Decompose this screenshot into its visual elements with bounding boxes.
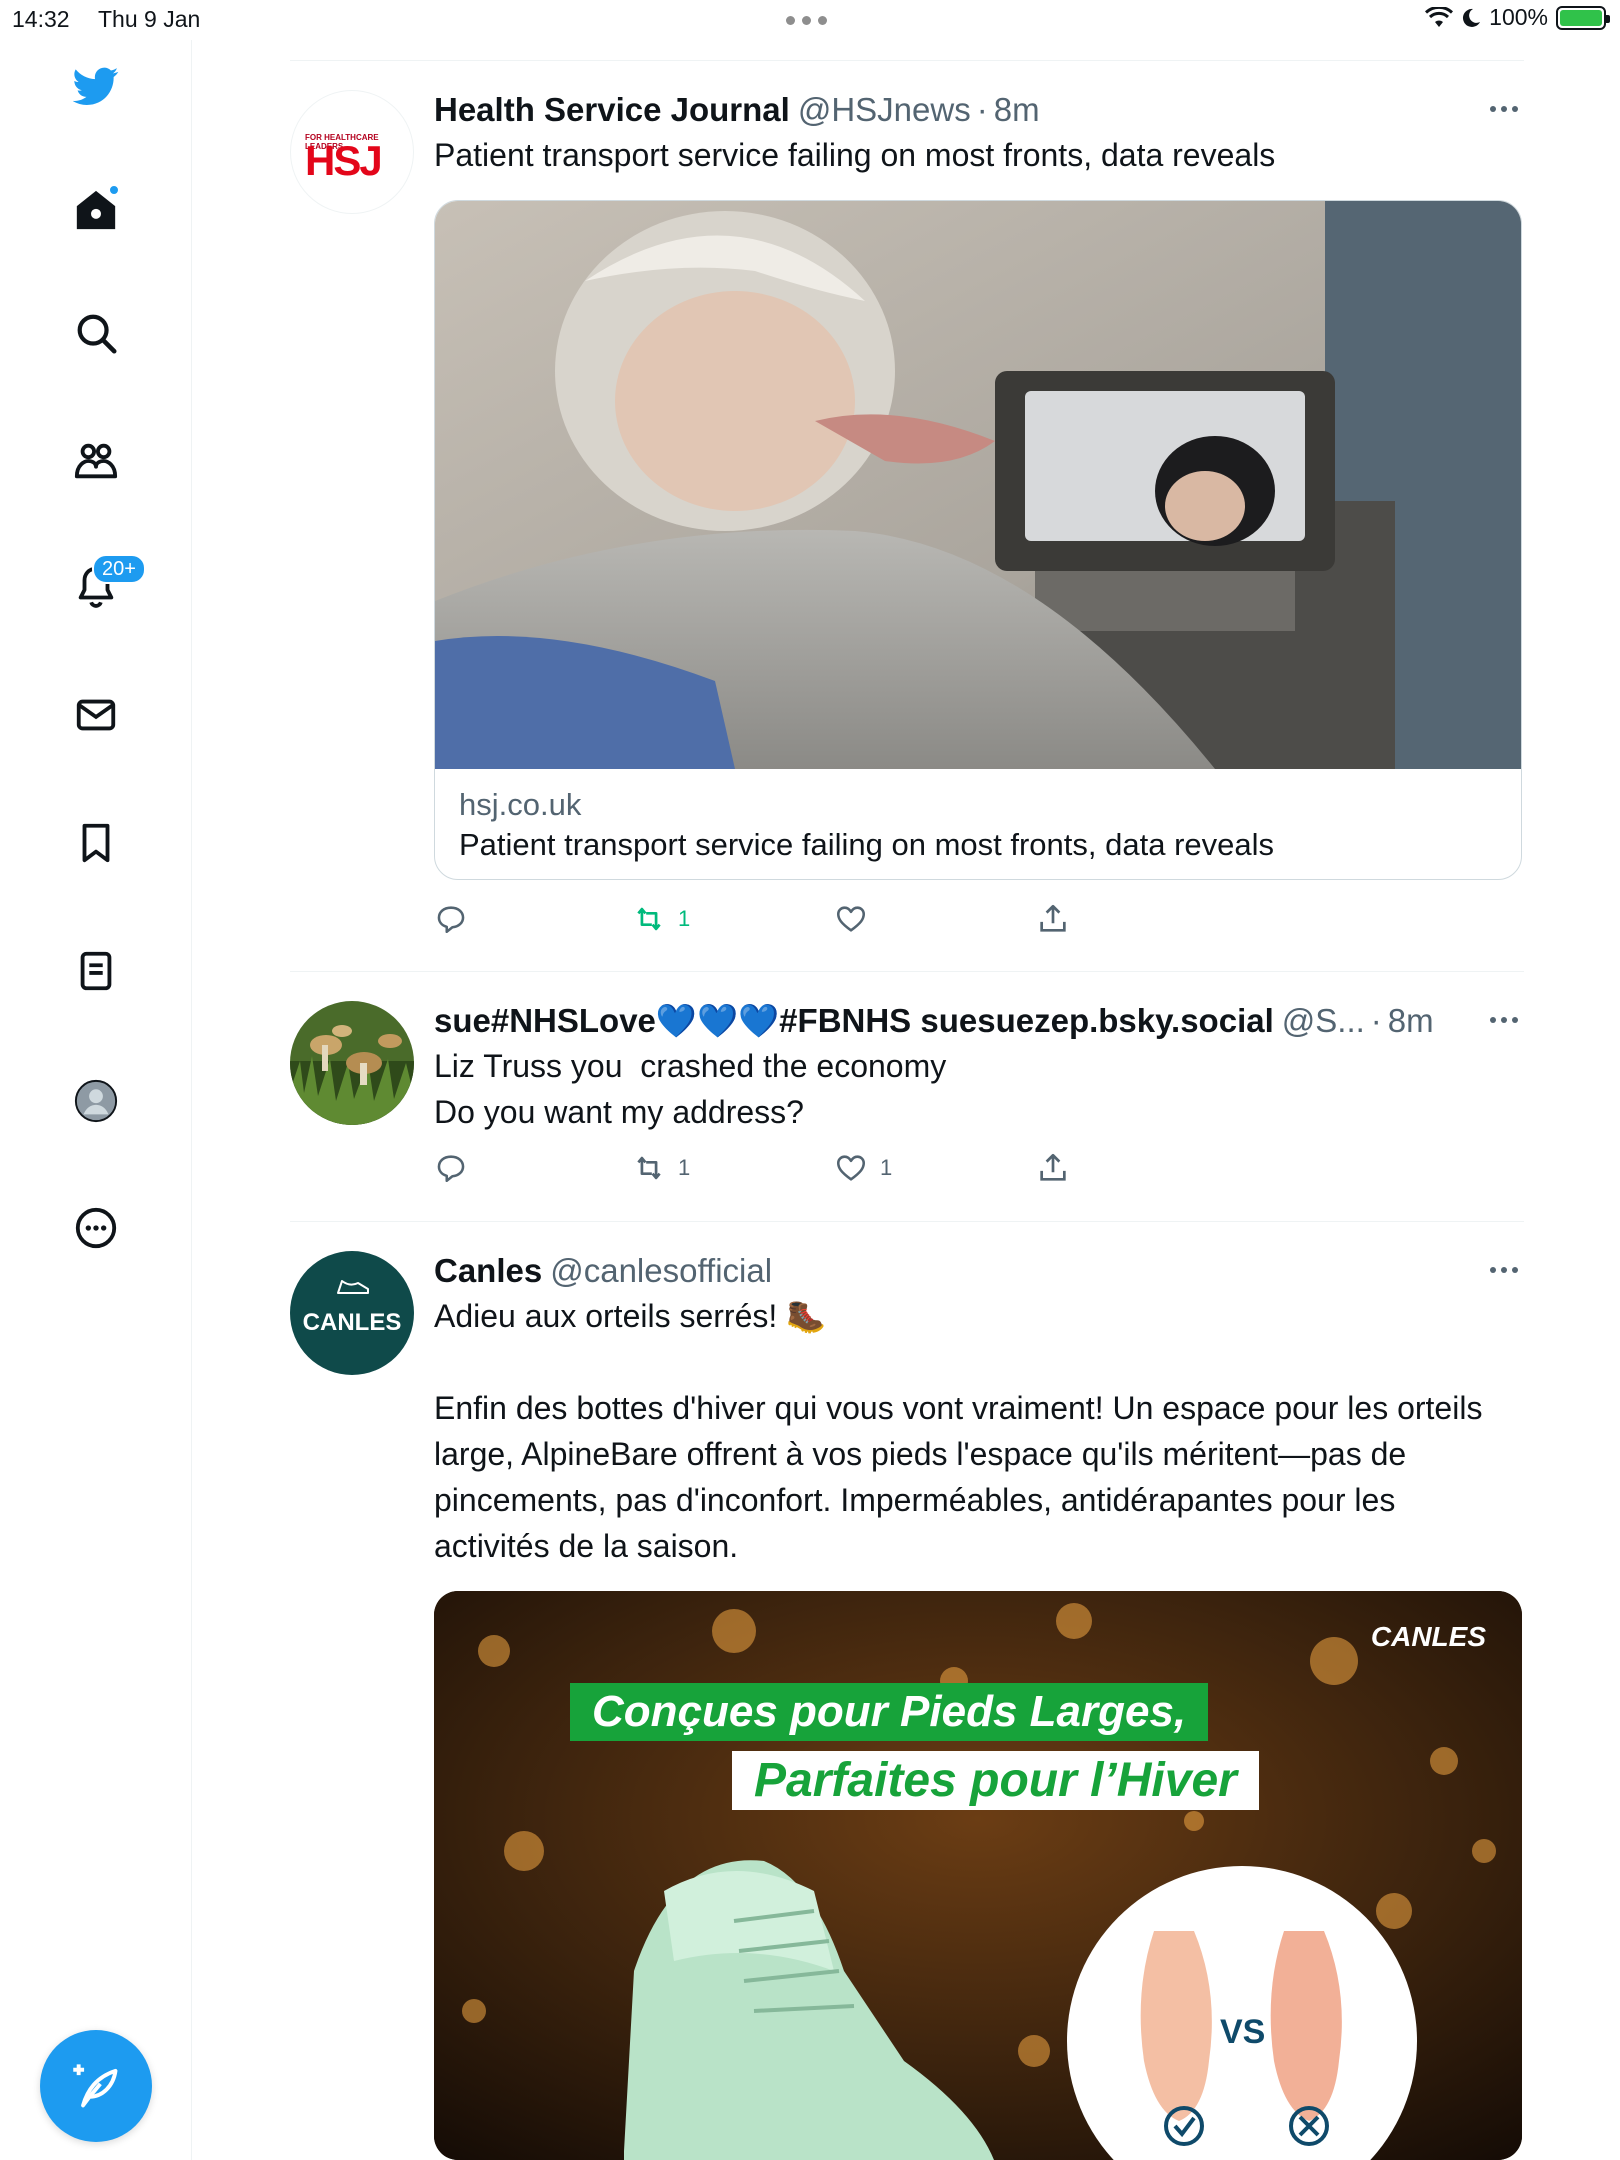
share-icon [1040, 904, 1066, 932]
tweet-text-line: Do you want my address? [434, 1094, 804, 1130]
tweet-actions: 1 1 [434, 1151, 1094, 1191]
tweet-more-icon[interactable] [1490, 1017, 1518, 1023]
ad-media-image[interactable]: CANLES Conçues pour Pieds Larges, Parfai… [434, 1591, 1522, 2160]
retweet-count: 1 [678, 906, 691, 931]
link-card-domain: hsj.co.uk [459, 787, 582, 822]
twitter-logo-icon[interactable] [58, 48, 134, 124]
author-handle[interactable]: @S... [1282, 1002, 1365, 1040]
home-icon[interactable] [58, 172, 134, 248]
wifi-icon [1425, 6, 1454, 27]
like-count: 1 [880, 1155, 893, 1180]
tweet-canles[interactable]: CANLES Canles @canlesofficial Adieu aux … [290, 1251, 1524, 2160]
lists-icon[interactable] [58, 933, 134, 1009]
author-name[interactable]: Health Service Journal [434, 91, 790, 129]
tweet-text-line: Adieu aux orteils serrés! 🥾 [434, 1298, 826, 1334]
ad-brand-logo: CANLES [1370, 1621, 1486, 1652]
tweet-divider [290, 1221, 1524, 1222]
tweet-text: Patient transport service failing on mos… [434, 137, 1276, 173]
tweet-divider [290, 971, 1524, 972]
notifications-badge: 20+ [92, 554, 146, 584]
tweet-header: Health Service Journal @HSJnews · 8m [434, 90, 1524, 130]
heart-icon [836, 906, 866, 932]
separator-dot: · [976, 91, 988, 128]
compose-feather-icon [73, 2064, 118, 2108]
home-new-dot [108, 184, 120, 196]
tweet-text-paragraph: Enfin des bottes d'hiver qui vous vont v… [434, 1390, 1483, 1564]
moon-icon [1463, 8, 1481, 27]
share-button[interactable] [1036, 1151, 1082, 1185]
multitasking-dots-icon[interactable] [786, 16, 827, 25]
author-name[interactable]: Canles [434, 1252, 542, 1290]
hsj-logo-text: HSJ [305, 137, 383, 184]
battery-percent: 100% [1489, 4, 1548, 30]
tweet-header: Canles @canlesofficial [434, 1251, 1524, 1291]
like-button[interactable] [834, 902, 880, 936]
share-button[interactable] [1036, 902, 1082, 936]
reply-button[interactable] [434, 902, 480, 936]
tweet-header: sue#NHSLove💙💙💙#FBNHS suesuezep.bsky.soci… [434, 1001, 1524, 1041]
reply-button[interactable] [434, 1151, 480, 1185]
avatar-hsj[interactable]: FOR HEALTHCARE LEADERS HSJ [290, 90, 414, 214]
canles-logo-text: CANLES [302, 1309, 402, 1336]
avatar-sue[interactable] [290, 1001, 414, 1125]
retweet-icon [637, 1156, 661, 1180]
tweet-text: Adieu aux orteils serrés! 🥾 Enfin des bo… [434, 1293, 1504, 1569]
search-icon[interactable] [58, 295, 134, 371]
ad-headline-2: Parfaites pour l’Hiver [732, 1751, 1259, 1810]
shoe-logo-icon [337, 1280, 369, 1294]
bookmarks-icon[interactable] [58, 805, 134, 881]
link-card[interactable]: hsj.co.uk Patient transport service fail… [434, 200, 1522, 880]
sidebar: 20+ [0, 40, 192, 2160]
author-handle[interactable]: @canlesofficial [550, 1252, 772, 1290]
battery-icon [1556, 5, 1610, 30]
heart-icon [836, 1155, 866, 1181]
compose-tweet-button[interactable] [40, 2030, 152, 2142]
author-handle[interactable]: @HSJnews [798, 91, 971, 129]
tweet-text: Liz Truss you crashed the economy Do you… [434, 1043, 1504, 1135]
link-card-image [435, 201, 1521, 769]
tweet-more-icon[interactable] [1490, 1267, 1518, 1273]
retweet-button[interactable]: 1 [632, 902, 690, 936]
link-card-title: Patient transport service failing on mos… [459, 827, 1275, 862]
reply-icon [437, 1155, 465, 1183]
feed-top-divider [290, 60, 1524, 61]
separator-dot: · [1370, 1002, 1382, 1039]
notifications-bell-icon[interactable]: 20+ [58, 548, 146, 624]
avatar-canles[interactable]: CANLES [290, 1251, 414, 1375]
share-icon [1040, 1153, 1066, 1181]
status-bar: 14:32 Thu 9 Jan 100% [0, 0, 1620, 40]
ad-vs-label: VS [1220, 2013, 1266, 2051]
messages-envelope-icon[interactable] [58, 677, 134, 753]
reply-icon [437, 906, 465, 934]
tweet-more-icon[interactable] [1490, 106, 1518, 112]
tweet-hsj[interactable]: FOR HEALTHCARE LEADERS HSJ Health Servic… [290, 90, 1524, 970]
tweet-sue[interactable]: sue#NHSLove💙💙💙#FBNHS suesuezep.bsky.soci… [290, 1001, 1524, 1221]
author-name[interactable]: sue#NHSLove💙💙💙#FBNHS suesuezep.bsky.soci… [434, 1002, 1274, 1041]
communities-icon[interactable] [58, 423, 134, 499]
status-time: 14:32 [12, 6, 70, 32]
tweet-actions: 1 [434, 902, 1094, 942]
retweet-icon [637, 907, 661, 931]
ad-headline-1: Conçues pour Pieds Larges, [570, 1683, 1209, 1741]
retweet-count: 1 [678, 1155, 691, 1180]
retweet-button[interactable]: 1 [632, 1151, 690, 1185]
like-button[interactable]: 1 [834, 1151, 892, 1185]
status-indicators: 100% [1425, 4, 1610, 31]
timestamp[interactable]: 8m [1388, 1002, 1434, 1040]
tweet-text-line: Liz Truss you crashed the economy [434, 1048, 947, 1084]
timestamp[interactable]: 8m [994, 91, 1040, 129]
profile-avatar-icon[interactable] [58, 1063, 134, 1139]
status-date: Thu 9 Jan [98, 6, 201, 32]
more-options-icon[interactable] [58, 1190, 134, 1266]
